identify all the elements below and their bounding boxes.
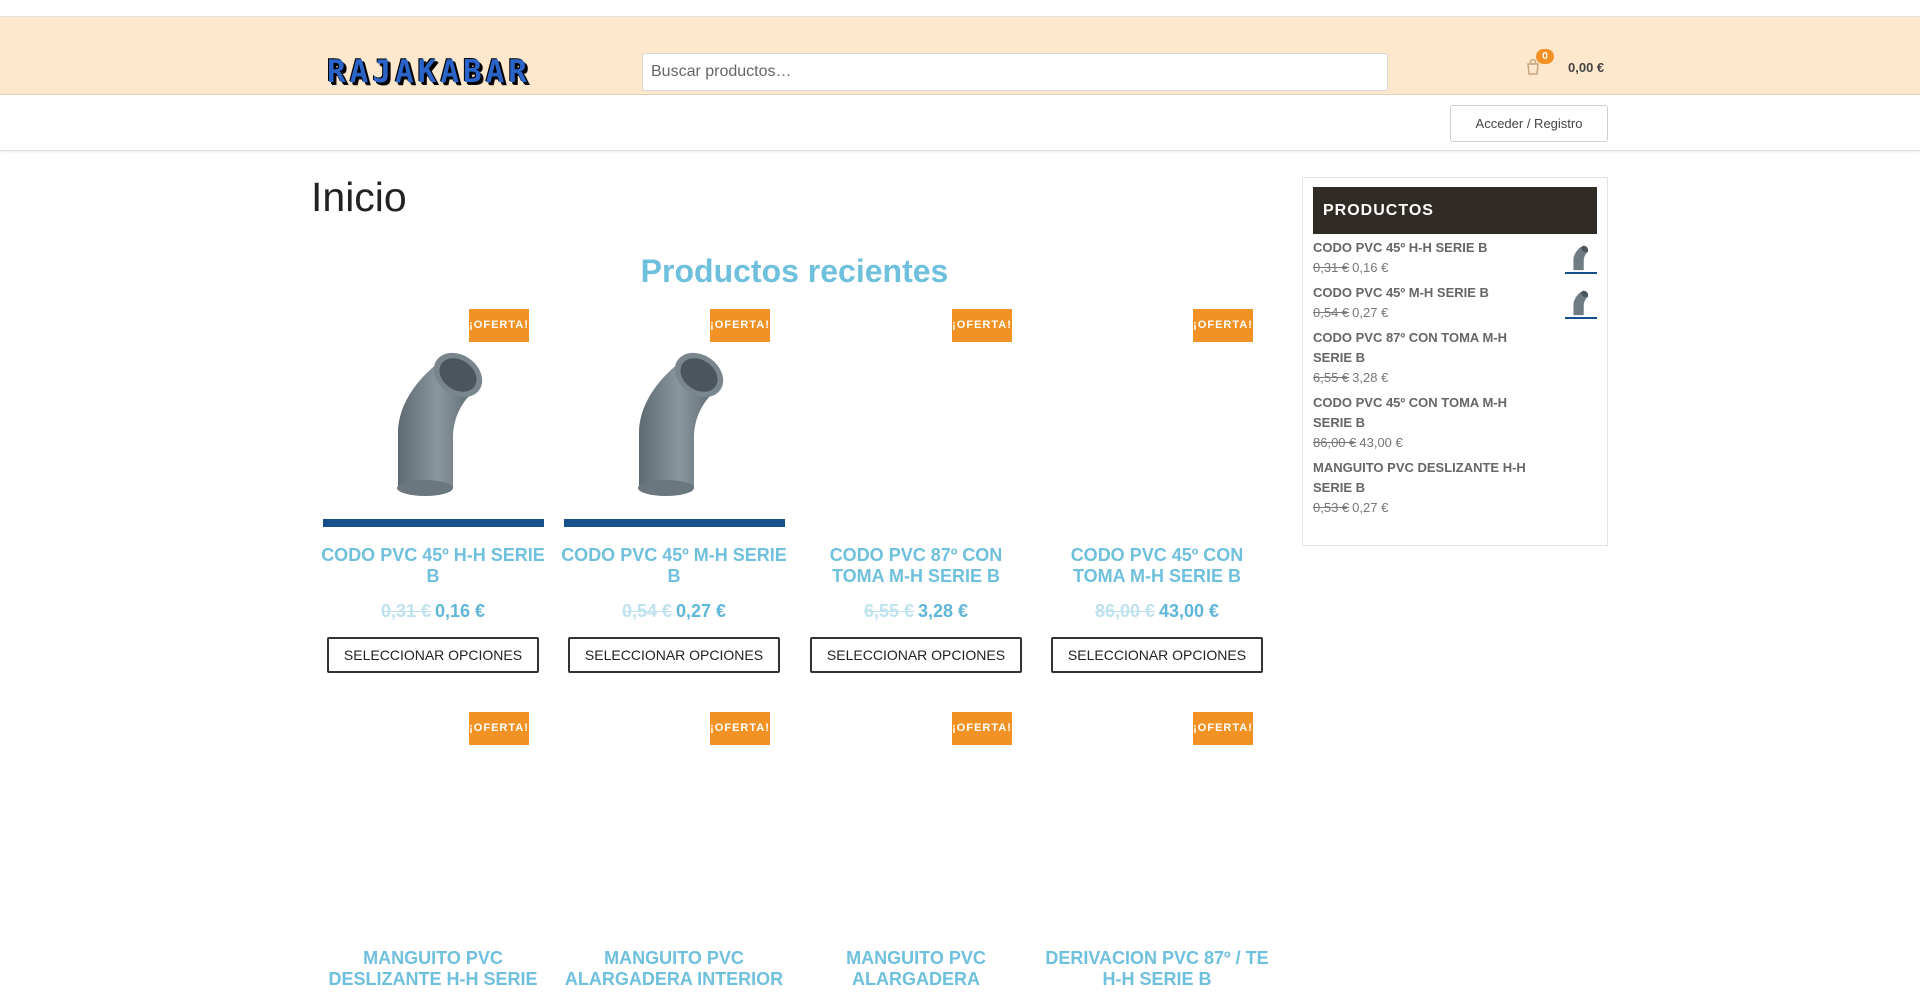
sale-price: 0,16 € — [435, 601, 486, 621]
page-title: Inicio — [311, 174, 407, 220]
product-title[interactable]: DERIVACION PVC 87º / TE H-H SERIE B — [1042, 948, 1272, 990]
logo-text: RAJAKABAR — [327, 53, 531, 90]
nav-bar: Acceder / Registro — [0, 95, 1920, 151]
image-bar — [323, 519, 544, 527]
widget-product-item[interactable]: CODO PVC 45º M-H SERIE B 0,54 €0,27 € — [1313, 283, 1597, 323]
site-logo[interactable]: RAJAKABAR — [327, 55, 616, 89]
widget-old-price: 0,54 € — [1313, 305, 1350, 320]
widget-sale-price: 0,27 € — [1352, 500, 1389, 515]
sale-badge: ¡OFERTA! — [469, 309, 529, 342]
select-options-button[interactable]: SELECCIONAR OPCIONES — [568, 637, 780, 673]
sale-badge: ¡OFERTA! — [1193, 712, 1253, 745]
product-price: 0,54 €0,27 € — [559, 601, 789, 622]
widget-product-item[interactable]: CODO PVC 87º CON TOMA M-H SERIE B 6,55 €3… — [1313, 328, 1597, 388]
widget-product-name[interactable]: CODO PVC 45º H-H SERIE B — [1313, 238, 1547, 258]
widget-old-price: 6,55 € — [1313, 370, 1350, 385]
site-header: RAJAKABAR 0 0,00 € — [0, 17, 1920, 95]
widget-old-price: 0,53 € — [1313, 500, 1350, 515]
product-title[interactable]: CODO PVC 45º H-H SERIE B — [318, 545, 548, 587]
sale-price: 0,27 € — [676, 601, 727, 621]
product-title[interactable]: CODO PVC 87º CON TOMA M-H SERIE B — [801, 545, 1031, 587]
product-title[interactable]: MANGUITO PVC ALARGADERA — [801, 948, 1031, 990]
old-price: 6,55 € — [863, 601, 914, 621]
widget-product-name[interactable]: CODO PVC 87º CON TOMA M-H SERIE B — [1313, 328, 1547, 368]
cart-icon: 0 — [1527, 49, 1554, 75]
old-price: 86,00 € — [1094, 601, 1155, 621]
widget-product-list: CODO PVC 45º H-H SERIE B 0,31 €0,16 € CODO… — [1313, 238, 1597, 518]
sale-badge: ¡OFERTA! — [710, 712, 770, 745]
product-title[interactable]: CODO PVC 45º CON TOMA M-H SERIE B — [1042, 545, 1272, 587]
product-title[interactable]: CODO PVC 45º M-H SERIE B — [559, 545, 789, 587]
widget-sale-price: 0,16 € — [1352, 260, 1389, 275]
sale-price: 3,28 € — [918, 601, 969, 621]
old-price: 0,54 € — [621, 601, 672, 621]
select-options-button[interactable]: SELECCIONAR OPCIONES — [1051, 637, 1263, 673]
search-input[interactable] — [642, 53, 1388, 91]
widget-product-price: 86,00 €43,00 € — [1313, 433, 1547, 453]
widget-product-item[interactable]: MANGUITO PVC DESLIZANTE H-H SERIE B 0,53 … — [1313, 458, 1597, 518]
widget-old-price: 0,31 € — [1313, 260, 1350, 275]
widget-product-price: 0,54 €0,27 € — [1313, 303, 1547, 323]
sale-price: 43,00 € — [1159, 601, 1220, 621]
sale-badge: ¡OFERTA! — [710, 309, 770, 342]
product-price: 0,31 €0,16 € — [318, 601, 548, 622]
old-price: 0,31 € — [380, 601, 431, 621]
product-title[interactable]: MANGUITO PVC ALARGADERA INTERIOR — [559, 948, 789, 990]
widget-product-thumb[interactable] — [1565, 287, 1597, 319]
section-title: Productos recientes — [640, 253, 949, 289]
widget-old-price: 86,00 € — [1313, 435, 1357, 450]
sale-badge: ¡OFERTA! — [952, 712, 1012, 745]
image-bar — [564, 519, 785, 527]
widget-product-price: 6,55 €3,28 € — [1313, 368, 1547, 388]
widget-sale-price: 3,28 € — [1352, 370, 1389, 385]
widget-product-name[interactable]: MANGUITO PVC DESLIZANTE H-H SERIE B — [1313, 458, 1547, 498]
widget-sale-price: 0,27 € — [1352, 305, 1389, 320]
product-title[interactable]: MANGUITO PVC DESLIZANTE H-H SERIE — [318, 948, 548, 990]
sale-badge: ¡OFERTA! — [469, 712, 529, 745]
widget-product-item[interactable]: CODO PVC 45º H-H SERIE B 0,31 €0,16 € — [1313, 238, 1597, 278]
widget-product-price: 0,53 €0,27 € — [1313, 498, 1547, 518]
widget-product-name[interactable]: CODO PVC 45º M-H SERIE B — [1313, 283, 1547, 303]
cart-count-badge: 0 — [1536, 49, 1554, 64]
widget-product-item[interactable]: CODO PVC 45º CON TOMA M-H SERIE B 86,00 €… — [1313, 393, 1597, 453]
widget-product-price: 0,31 €0,16 € — [1313, 258, 1547, 278]
sidebar-widget: PRODUCTOS CODO PVC 45º H-H SERIE B 0,31 €… — [1302, 177, 1608, 546]
select-options-button[interactable]: SELECCIONAR OPCIONES — [327, 637, 539, 673]
cart-total: 0,00 € — [1568, 59, 1605, 75]
select-options-button[interactable]: SELECCIONAR OPCIONES — [810, 637, 1022, 673]
widget-title: PRODUCTOS — [1313, 187, 1597, 234]
widget-product-thumb[interactable] — [1565, 242, 1597, 274]
product-price: 6,55 €3,28 € — [801, 601, 1031, 622]
widget-sale-price: 43,00 € — [1359, 435, 1403, 450]
product-price: 86,00 €43,00 € — [1042, 601, 1272, 622]
sale-badge: ¡OFERTA! — [952, 309, 1012, 342]
top-border — [0, 0, 1920, 17]
sale-badge: ¡OFERTA! — [1193, 309, 1253, 342]
widget-product-name[interactable]: CODO PVC 45º CON TOMA M-H SERIE B — [1313, 393, 1547, 433]
cart-link[interactable]: 0 0,00 € — [1527, 49, 1605, 75]
login-register-button[interactable]: Acceder / Registro — [1450, 105, 1608, 142]
